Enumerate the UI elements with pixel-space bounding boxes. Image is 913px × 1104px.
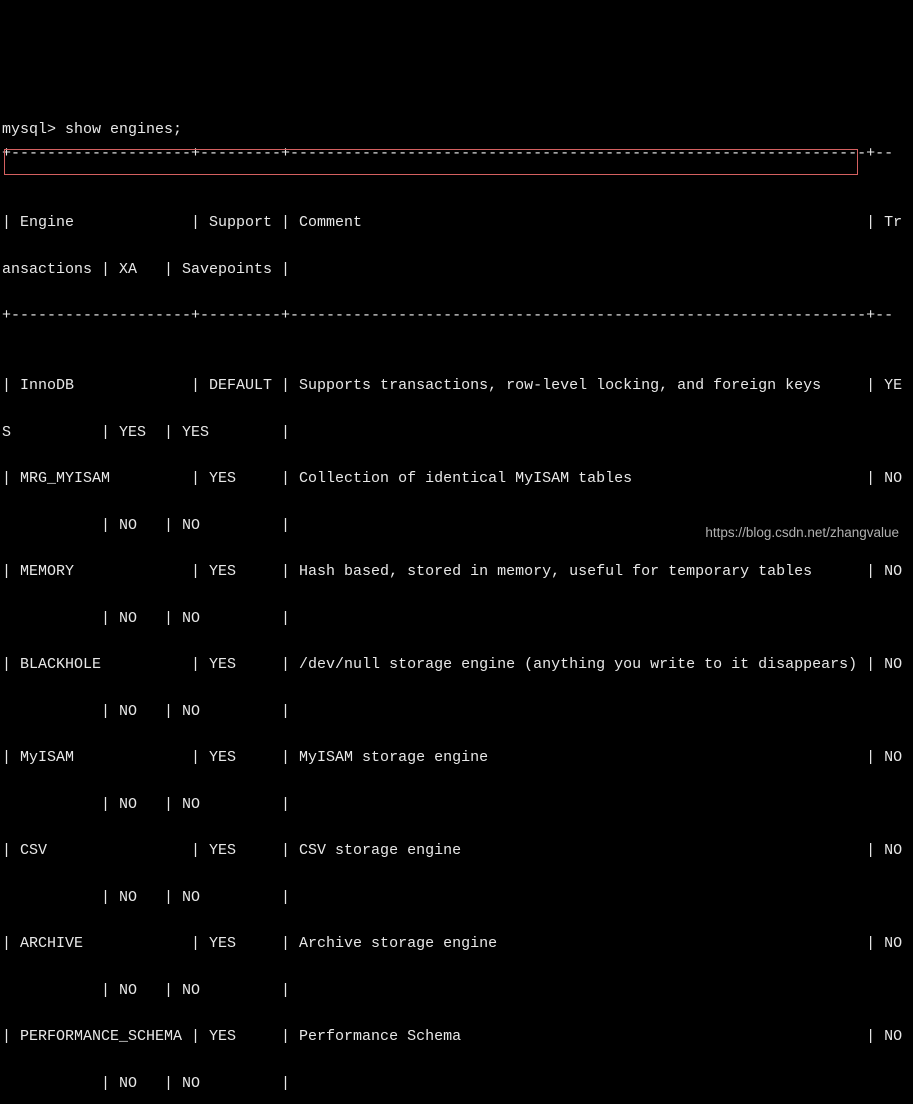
sql-command: show engines; [65, 121, 182, 138]
table-row: | MRG_MYISAM | YES | Collection of ident… [2, 467, 913, 490]
watermark-text: https://blog.csdn.net/zhangvalue [705, 523, 899, 544]
table-row: | CSV | YES | CSV storage engine | NO [2, 839, 913, 862]
table-row: | BLACKHOLE | YES | /dev/null storage en… [2, 653, 913, 676]
table-row: | MEMORY | YES | Hash based, stored in m… [2, 560, 913, 583]
table-row: | NO | NO | [2, 793, 913, 816]
mysql-terminal[interactable]: mysql> show engines; +------------------… [0, 93, 913, 1104]
table-row: | NO | NO | [2, 886, 913, 909]
table-header-line2: ansactions | XA | Savepoints | [2, 258, 913, 281]
table-row: | NO | NO | [2, 700, 913, 723]
table-row: | InnoDB | DEFAULT | Supports transactio… [2, 374, 913, 397]
table-row: S | YES | YES | [2, 421, 913, 444]
table-row: | MyISAM | YES | MyISAM storage engine |… [2, 746, 913, 769]
table-row: | NO | NO | [2, 1072, 913, 1095]
mysql-prompt: mysql> [2, 121, 65, 138]
table-header-line1: | Engine | Support | Comment | Tr [2, 211, 913, 234]
table-row: | PERFORMANCE_SCHEMA | YES | Performance… [2, 1025, 913, 1048]
table-border-mid: +--------------------+---------+--------… [2, 304, 913, 327]
table-row: | NO | NO | [2, 979, 913, 1002]
table-border-top: +--------------------+---------+--------… [2, 142, 913, 165]
table-row: | ARCHIVE | YES | Archive storage engine… [2, 932, 913, 955]
table-row: | NO | NO | [2, 607, 913, 630]
